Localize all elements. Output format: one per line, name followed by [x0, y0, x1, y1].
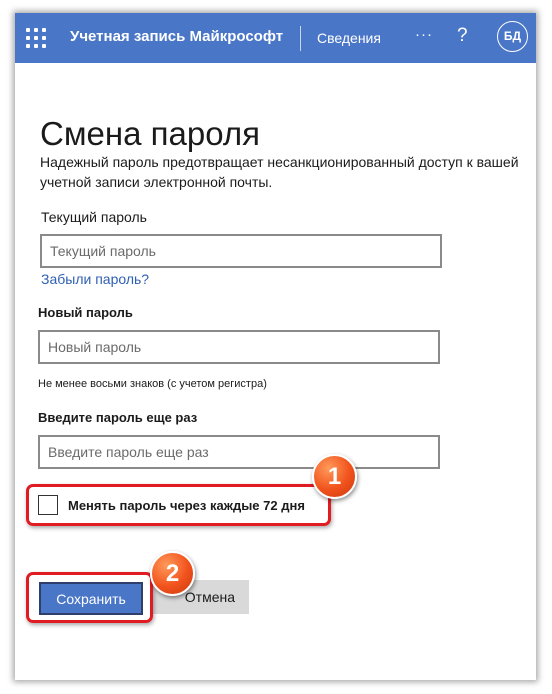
app-launcher-icon[interactable]: [26, 28, 46, 48]
more-icon[interactable]: ···: [415, 26, 433, 43]
top-bar: Учетная запись Майкрософт Сведения ··· ?…: [15, 13, 536, 63]
current-password-label: Текущий пароль: [41, 209, 147, 225]
nav-info-link[interactable]: Сведения: [317, 30, 381, 46]
header-divider: [300, 26, 301, 51]
save-highlight-frame: [26, 572, 153, 623]
step-1-marker: 1: [312, 454, 357, 499]
checkbox-highlight-frame: [26, 484, 331, 526]
current-password-input[interactable]: [40, 234, 442, 268]
password-hint: Не менее восьми знаков (с учетом регистр…: [38, 378, 267, 390]
forgot-password-link[interactable]: Забыли пароль?: [41, 271, 149, 287]
app-window: Учетная запись Майкрософт Сведения ··· ?…: [15, 13, 536, 680]
confirm-password-label: Введите пароль еще раз: [38, 410, 198, 425]
page-title: Смена пароля: [40, 115, 260, 153]
new-password-input[interactable]: [38, 330, 440, 364]
avatar[interactable]: БД: [497, 21, 528, 52]
step-2-marker: 2: [150, 551, 195, 596]
account-title[interactable]: Учетная запись Майкрософт: [70, 28, 283, 45]
page-description: Надежный пароль предотвращает несанкцион…: [40, 154, 519, 190]
new-password-label: Новый пароль: [38, 305, 133, 320]
help-icon[interactable]: ?: [457, 25, 468, 47]
confirm-password-input[interactable]: [38, 435, 440, 469]
